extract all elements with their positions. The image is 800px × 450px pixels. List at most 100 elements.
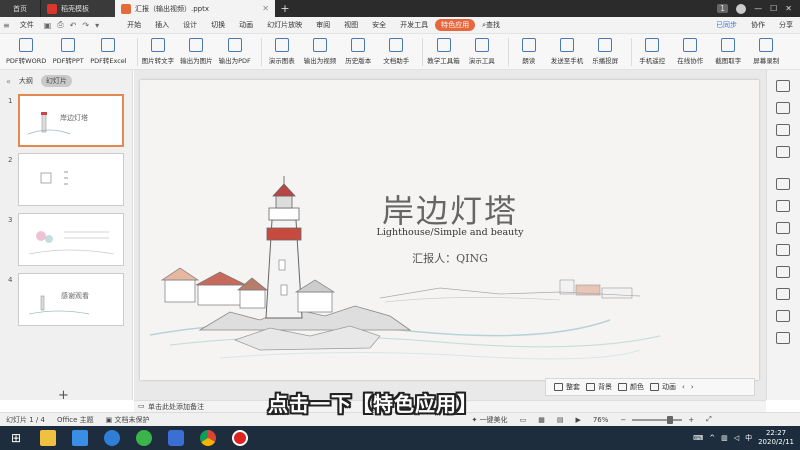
slide-canvas[interactable]: 岸边灯塔 Lighthouse/Simple and beauty 汇报人：QI… — [140, 80, 759, 380]
reading-view-icon[interactable]: ▤ — [551, 416, 570, 424]
panel-icon[interactable] — [776, 80, 790, 92]
menu-item[interactable]: 动画 — [232, 20, 260, 30]
collab-button[interactable]: 协作 — [744, 20, 772, 30]
presentation-tools-button[interactable]: 演示工具 — [466, 35, 498, 69]
teaching-tools-button[interactable]: 教学工具箱 — [427, 35, 460, 69]
zoom-slider-handle[interactable] — [667, 415, 674, 424]
zoom-level[interactable]: 76% — [587, 416, 615, 424]
close-tab-icon[interactable]: ✕ — [262, 4, 269, 13]
taskbar-app-recorder[interactable] — [224, 426, 256, 450]
menu-item[interactable]: 幻灯片放映 — [260, 20, 309, 30]
slide-title[interactable]: 岸边灯塔 — [370, 186, 530, 232]
collapse-icon[interactable]: « — [6, 77, 11, 86]
tab-outline[interactable]: 大纲 — [19, 76, 33, 86]
menu-file[interactable]: 文件 — [13, 20, 41, 30]
chart-button[interactable]: 演示图表 — [266, 35, 298, 69]
move-icon[interactable] — [776, 146, 790, 158]
menu-item[interactable]: 视图 — [337, 20, 365, 30]
ime-indicator[interactable]: 中 — [745, 433, 752, 443]
zoom-slider[interactable] — [632, 415, 683, 424]
doc-assistant-button[interactable]: 文档助手 — [380, 35, 412, 69]
image-to-text-button[interactable]: 图片转文字 — [142, 35, 174, 69]
background-button[interactable]: 背景 — [586, 382, 612, 392]
menu-special-apps[interactable]: 特色应用 — [435, 19, 476, 31]
taskbar-app-wps[interactable] — [160, 426, 192, 450]
menu-item[interactable]: 切换 — [204, 20, 232, 30]
maximize-icon[interactable]: ☐ — [770, 4, 777, 13]
network-icon[interactable]: ▥ — [721, 434, 728, 442]
taskbar-app-explorer[interactable] — [32, 426, 64, 450]
tab-template[interactable]: 稻壳模板 — [40, 0, 115, 17]
taskbar-app-baidu[interactable] — [96, 426, 128, 450]
taskbar-app-360[interactable] — [128, 426, 160, 450]
dropdown-icon[interactable]: ▾ — [92, 21, 102, 30]
slide-thumbnail-3[interactable] — [18, 213, 124, 266]
pdf-to-word-button[interactable]: PDF转WORD — [6, 35, 46, 69]
minimize-icon[interactable]: — — [754, 4, 762, 13]
taskbar-app-chrome[interactable] — [192, 426, 224, 450]
history-button[interactable]: 历史版本 — [342, 35, 374, 69]
share-panel-icon[interactable] — [776, 310, 790, 322]
send-to-phone-button[interactable]: 发送至手机 — [551, 35, 583, 69]
star-icon[interactable] — [776, 266, 790, 278]
notification-badge[interactable]: 1 — [717, 4, 729, 13]
scroll-left-icon[interactable]: ‹ — [682, 383, 685, 391]
redo-icon[interactable]: ↷ — [79, 21, 92, 30]
pdf-to-ppt-button[interactable]: PDF转PPT — [52, 35, 84, 69]
new-tab-button[interactable]: + — [275, 0, 295, 17]
tab-document[interactable]: 汇报（输出视频）.pptx ✕ — [115, 0, 275, 17]
save-icon[interactable]: ▣ — [41, 21, 55, 30]
text-icon[interactable] — [776, 288, 790, 300]
start-button[interactable]: ⊞ — [0, 426, 32, 450]
zoom-out-icon[interactable]: − — [614, 416, 632, 424]
chart-panel-icon[interactable] — [776, 178, 790, 190]
slide-subtitle[interactable]: Lighthouse/Simple and beauty — [360, 227, 540, 238]
grid-icon[interactable] — [776, 222, 790, 234]
pen-icon[interactable] — [776, 244, 790, 256]
screenshot-text-button[interactable]: 截图取字 — [712, 35, 744, 69]
tab-slides[interactable]: 幻灯片 — [40, 75, 72, 87]
menu-item[interactable]: 审阅 — [309, 20, 337, 30]
play-icon[interactable]: ▶ — [569, 416, 586, 424]
protect-status[interactable]: ▣ 文档未保护 — [100, 415, 156, 425]
export-pdf-button[interactable]: 输出为PDF — [219, 35, 251, 69]
avatar[interactable] — [736, 3, 747, 14]
share-button[interactable]: 分享 — [772, 20, 800, 30]
sorter-view-icon[interactable]: ▦ — [532, 416, 551, 424]
taskbar-app-media[interactable] — [64, 426, 96, 450]
menu-item[interactable]: 开发工具 — [393, 20, 435, 30]
undo-icon[interactable]: ↶ — [67, 21, 80, 30]
fit-icon[interactable]: ⤢ — [700, 415, 718, 424]
online-collab-button[interactable]: 在线协作 — [674, 35, 706, 69]
copy-icon[interactable] — [776, 124, 790, 136]
theme-set-button[interactable]: 整套 — [554, 382, 580, 392]
color-button[interactable]: 颜色 — [618, 382, 644, 392]
volume-icon[interactable]: ◁ — [734, 434, 739, 442]
clock[interactable]: 22:27 2020/2/11 — [758, 429, 794, 447]
menu-icon[interactable]: ≡ — [0, 21, 13, 30]
slide-reporter[interactable]: 汇报人：QING — [380, 250, 520, 266]
export-video-button[interactable]: 输出为视频 — [304, 35, 336, 69]
screen-record-button[interactable]: 屏幕录制 — [750, 35, 782, 69]
tab-home[interactable]: 首页 — [0, 0, 40, 17]
print-icon[interactable]: ⎙ — [54, 20, 66, 30]
sync-status[interactable]: 已同步 — [709, 20, 744, 30]
layers-icon[interactable] — [776, 200, 790, 212]
sidebar-settings-icon[interactable] — [776, 102, 790, 114]
add-slide-button[interactable]: + — [58, 389, 69, 402]
cast-button[interactable]: 乐播投屏 — [589, 35, 621, 69]
menu-item[interactable]: 插入 — [148, 20, 176, 30]
menu-item[interactable]: 设计 — [176, 20, 204, 30]
pdf-to-excel-button[interactable]: PDF转Excel — [90, 35, 127, 69]
tray-arrow-icon[interactable]: ^ — [709, 434, 715, 442]
animation-button[interactable]: 动画 — [650, 382, 676, 392]
menu-item[interactable]: 开始 — [120, 20, 148, 30]
export-image-button[interactable]: 输出为图片 — [180, 35, 213, 69]
remote-control-button[interactable]: 手机遥控 — [636, 35, 668, 69]
help-icon[interactable] — [776, 332, 790, 344]
slide-thumbnail-4[interactable]: 感谢观看 — [18, 273, 124, 326]
normal-view-icon[interactable]: ▭ — [514, 416, 533, 424]
slide-thumbnail-2[interactable] — [18, 153, 124, 206]
close-window-icon[interactable]: ✕ — [785, 4, 792, 13]
search-button[interactable]: ⌕查找 — [475, 20, 507, 30]
